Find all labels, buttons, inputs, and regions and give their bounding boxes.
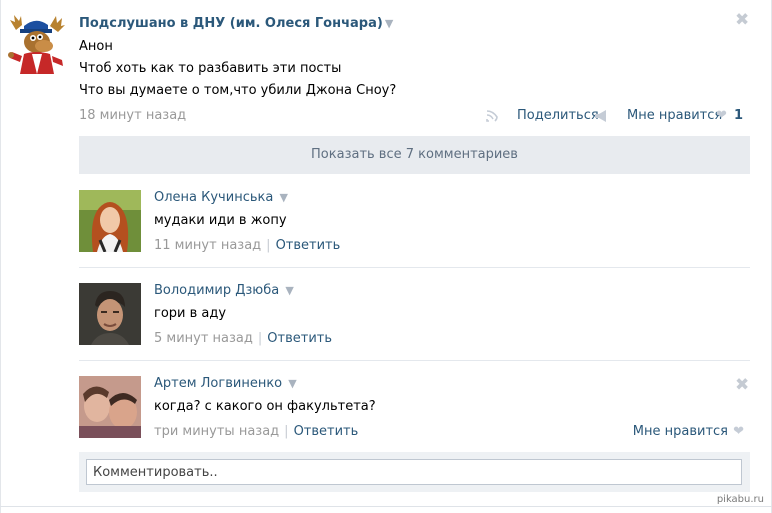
comment-author-name[interactable]: Артем Логвиненко (154, 376, 282, 391)
dropdown-triangle-icon[interactable]: ▼ (279, 191, 287, 204)
heart-icon[interactable]: ❤ (716, 108, 727, 123)
separator: | (266, 238, 271, 253)
comment-timestamp[interactable]: 5 минут назад (154, 331, 253, 346)
comment-timestamp[interactable]: 11 минут назад (154, 238, 261, 253)
post-text-line-2: Чтоб хоть как то разбавить эти посты (79, 61, 342, 76)
comment-input[interactable] (86, 459, 742, 485)
frame-bottom-border (0, 506, 772, 507)
reply-link[interactable]: Ответить (276, 238, 341, 253)
comment-text: когда? с какого он факультета? (154, 399, 376, 414)
comment-like-button[interactable]: Мне нравится (633, 424, 728, 439)
comment-author-link[interactable]: Олена Кучинська ▼ (154, 190, 288, 205)
reply-link[interactable]: Ответить (267, 331, 332, 346)
comment-text: гори в аду (154, 306, 227, 321)
comment-timestamp[interactable]: три минуты назад (154, 424, 279, 439)
comment-item: Володимир Дзюба ▼ гори в аду 5 минут наз… (79, 283, 750, 347)
post-text-line-3: Что вы думаете о том,что убили Джона Сно… (79, 83, 397, 98)
frame-left-border (0, 0, 1, 513)
comment-item: Артем Логвиненко ▼ когда? с какого он фа… (79, 376, 750, 440)
comment-meta: 11 минут назад | Ответить (154, 238, 340, 253)
comment-author-link[interactable]: Артем Логвиненко ▼ (154, 376, 297, 391)
separator: | (257, 331, 263, 346)
moose-mascot-icon (6, 12, 66, 76)
post-header: Подслушано в ДНУ (им. Олеся Гончара) ▼ (79, 16, 393, 31)
show-all-comments-button[interactable]: Показать все 7 комментариев (79, 136, 750, 174)
separator: | (284, 424, 289, 439)
heart-icon[interactable]: ❤ (733, 424, 744, 439)
post-timestamp[interactable]: 18 минут назад (79, 108, 186, 123)
comment-divider (79, 267, 750, 268)
post-text-line-1: Анон (79, 39, 113, 54)
commenter-avatar[interactable] (79, 376, 141, 438)
like-button[interactable]: Мне нравится (627, 108, 722, 123)
comment-author-name[interactable]: Олена Кучинська (154, 190, 273, 205)
comment-divider (79, 360, 750, 361)
comment-text: мудаки иди в жопу (154, 213, 287, 228)
megaphone-icon[interactable] (594, 110, 608, 125)
comment-meta: 5 минут назад | Ответить (154, 331, 332, 346)
comment-author-link[interactable]: Володимир Дзюба ▼ (154, 283, 294, 298)
post-footer: 18 минут назад Поделиться Мне нравится ❤… (79, 108, 744, 126)
like-count[interactable]: 1 (734, 108, 743, 123)
comment-item: Олена Кучинська ▼ мудаки иди в жопу 11 м… (79, 190, 750, 254)
watermark: pikabu.ru (716, 494, 764, 505)
dropdown-triangle-icon[interactable]: ▼ (385, 17, 393, 30)
repost-icon[interactable] (485, 109, 499, 126)
group-avatar[interactable] (6, 12, 66, 76)
comment-author-name[interactable]: Володимир Дзюба (154, 283, 279, 298)
comment-composer (79, 452, 750, 492)
share-button[interactable]: Поделиться (517, 108, 599, 123)
commenter-avatar[interactable] (79, 190, 141, 252)
dropdown-triangle-icon[interactable]: ▼ (285, 284, 293, 297)
delete-comment-icon[interactable]: ✖ (735, 377, 749, 394)
dropdown-triangle-icon[interactable]: ▼ (288, 377, 296, 390)
comment-meta: три минуты назад | Ответить (154, 424, 358, 439)
commenter-avatar[interactable] (79, 283, 141, 345)
delete-post-icon[interactable]: ✖ (735, 12, 749, 29)
group-name-link[interactable]: Подслушано в ДНУ (им. Олеся Гончара) (79, 16, 383, 31)
reply-link[interactable]: Ответить (294, 424, 359, 439)
